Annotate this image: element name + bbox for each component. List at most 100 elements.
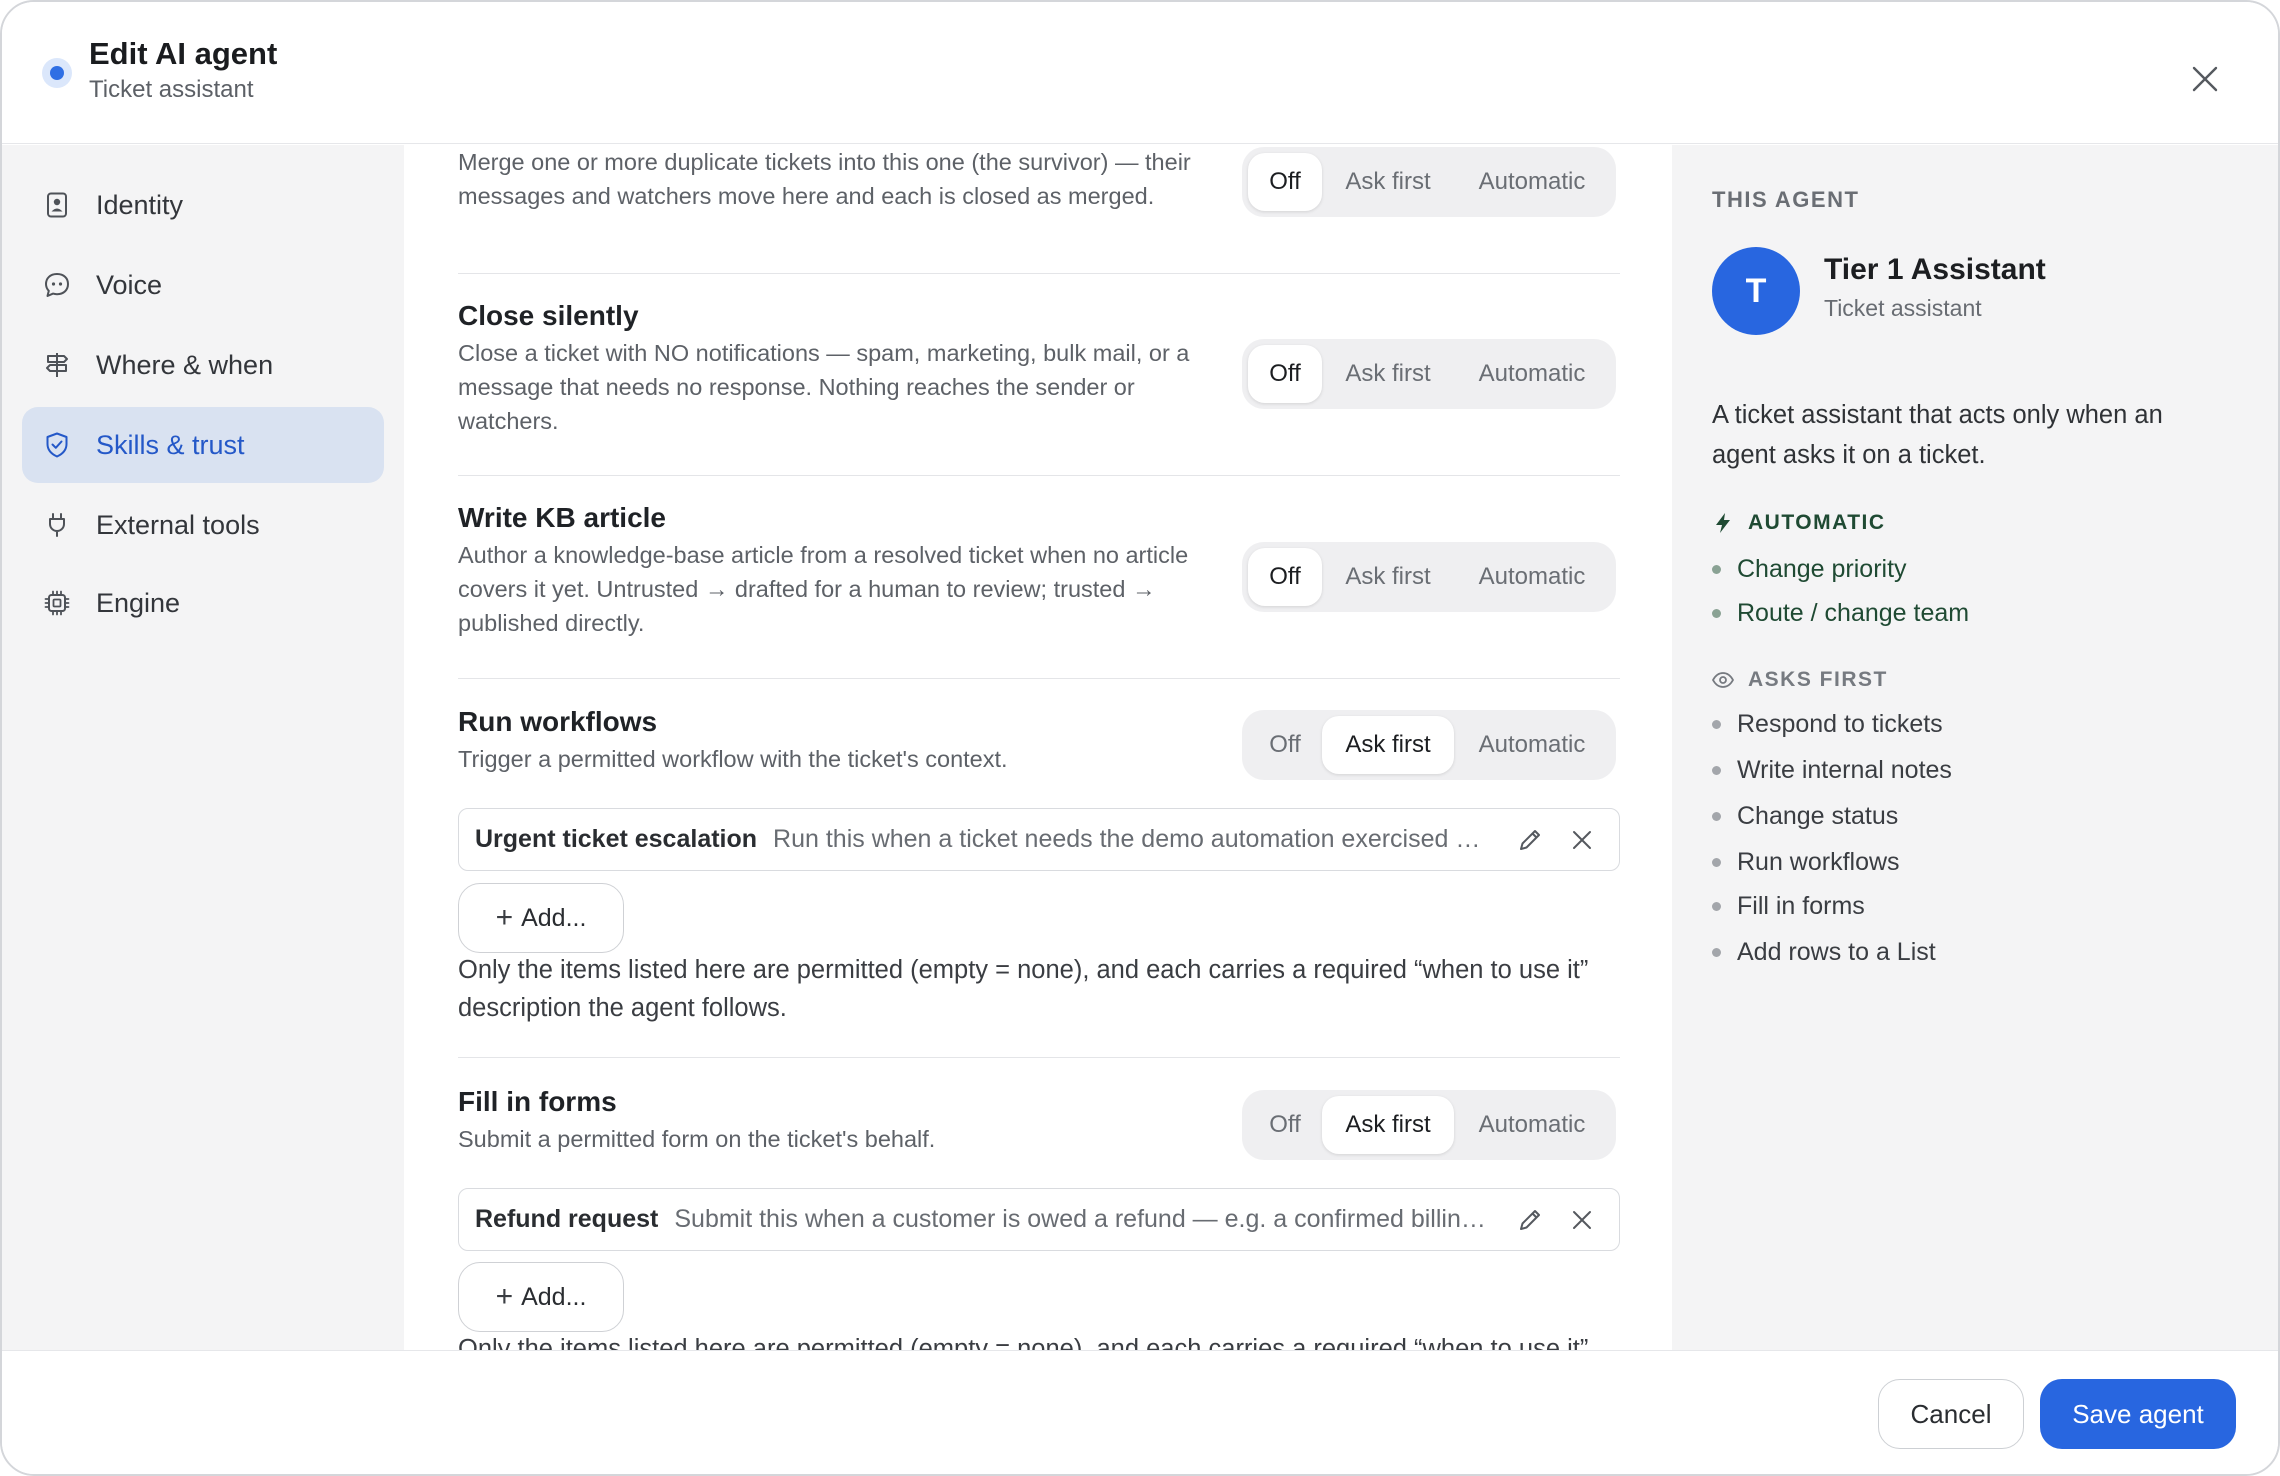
option-automatic[interactable]: Automatic	[1454, 345, 1610, 403]
agent-description: A ticket assistant that acts only when a…	[1712, 401, 2163, 469]
remove-workflow-button[interactable]	[1565, 823, 1599, 857]
skill-title: Write KB article	[458, 502, 666, 533]
form-when-to-use: Submit this when a customer is owed a re…	[674, 1205, 1487, 1233]
automatic-capability: Change priority	[1712, 555, 1907, 584]
skill-description: Merge one or more duplicate tickets into…	[458, 149, 1191, 209]
id-badge-icon	[40, 188, 74, 222]
option-automatic[interactable]: Automatic	[1454, 716, 1610, 774]
permitted-items-note: Only the items listed here are permitted…	[458, 956, 1589, 1022]
sidebar-item-voice[interactable]: Voice	[22, 247, 384, 323]
agent-role: Ticket assistant	[1824, 295, 1982, 321]
asks-first-capability: Change status	[1712, 802, 1898, 831]
trust-selector-write-kb-article: Off Ask first Automatic	[1242, 542, 1616, 612]
shield-check-icon	[40, 428, 74, 462]
agent-name: Tier 1 Assistant	[1824, 253, 2046, 286]
dialog-footer: Cancel Save agent	[2, 1350, 2278, 1474]
add-label: Add...	[521, 1282, 587, 1311]
asks-first-capability: Run workflows	[1712, 848, 1900, 877]
asks-first-capability: Fill in forms	[1712, 892, 1865, 921]
skill-description: Trigger a permitted workflow with the ti…	[458, 746, 1008, 772]
skill-description: Close a ticket with NO notifications — s…	[458, 340, 1190, 434]
permitted-form-row: Refund request Submit this when a custom…	[458, 1188, 1620, 1251]
asks-first-capability: Respond to tickets	[1712, 710, 1943, 739]
sidebar-item-label: Skills & trust	[96, 429, 245, 460]
trust-selector-run-workflows: Off Ask first Automatic	[1242, 710, 1616, 780]
trust-selector-fill-in-forms: Off Ask first Automatic	[1242, 1090, 1616, 1160]
edit-agent-dialog: Edit AI agent Ticket assistant Identity …	[0, 0, 2280, 1476]
asks-first-capability: Write internal notes	[1712, 756, 1952, 785]
sidebar-item-label: Where & when	[96, 349, 274, 380]
plug-icon	[40, 508, 74, 542]
add-workflow-button[interactable]: + Add...	[458, 883, 624, 953]
divider	[458, 1057, 1620, 1058]
close-button[interactable]	[2180, 54, 2230, 104]
edit-workflow-button[interactable]	[1513, 823, 1547, 857]
close-icon	[2192, 66, 2218, 92]
option-off[interactable]: Off	[1248, 153, 1322, 211]
add-label: Add...	[521, 903, 587, 932]
skill-description: Author a knowledge-base article from a r…	[458, 542, 1189, 636]
sidebar-item-engine[interactable]: Engine	[22, 565, 384, 641]
sidebar-item-skills-trust[interactable]: Skills & trust	[22, 407, 384, 483]
skill-title: Close silently	[458, 300, 639, 331]
sidebar-item-label: Engine	[96, 587, 181, 618]
dialog-header: Edit AI agent Ticket assistant	[2, 2, 2278, 144]
trust-selector-merge: Off Ask first Automatic	[1242, 147, 1616, 217]
pencil-icon	[1520, 1210, 1540, 1230]
asks-first-heading: ASKS FIRST	[1712, 668, 1888, 692]
dialog-subtitle: Ticket assistant	[89, 76, 254, 103]
sidebar-item-label: External tools	[96, 509, 260, 540]
eye-icon	[1712, 669, 1734, 691]
workflow-when-to-use: Run this when a ticket needs the demo au…	[773, 825, 1491, 853]
option-off[interactable]: Off	[1248, 548, 1322, 606]
status-dot-icon	[42, 58, 72, 88]
plus-icon: +	[495, 1280, 514, 1313]
option-automatic[interactable]: Automatic	[1454, 548, 1610, 606]
divider	[458, 678, 1620, 679]
option-ask-first[interactable]: Ask first	[1322, 716, 1454, 774]
plus-icon: +	[495, 901, 514, 934]
sidebar-item-external-tools[interactable]: External tools	[22, 487, 384, 563]
panel-heading: THIS AGENT	[1712, 187, 1860, 212]
option-automatic[interactable]: Automatic	[1454, 153, 1610, 211]
option-off[interactable]: Off	[1248, 345, 1322, 403]
dialog-title: Edit AI agent	[89, 36, 278, 71]
sidebar-item-label: Voice	[96, 269, 163, 300]
cancel-button[interactable]: Cancel	[1878, 1379, 2024, 1449]
pencil-icon	[1520, 830, 1540, 850]
avatar: T	[1712, 247, 1800, 335]
skills-list: Merge one or more duplicate tickets into…	[404, 145, 1672, 1350]
agent-summary-panel: THIS AGENT T Tier 1 Assistant Ticket ass…	[1672, 145, 2278, 1350]
speech-bubble-icon	[40, 268, 74, 302]
option-off[interactable]: Off	[1248, 716, 1322, 774]
sidebar-item-where-when[interactable]: Where & when	[22, 327, 384, 403]
sidebar-item-identity[interactable]: Identity	[22, 167, 384, 243]
divider	[458, 475, 1620, 476]
permitted-workflow-row: Urgent ticket escalation Run this when a…	[458, 808, 1620, 871]
lightning-icon	[1712, 512, 1734, 534]
signpost-icon	[40, 348, 74, 382]
save-agent-button[interactable]: Save agent	[2040, 1379, 2236, 1449]
divider	[458, 273, 1620, 274]
form-name: Refund request	[475, 1205, 659, 1233]
option-off[interactable]: Off	[1248, 1096, 1322, 1154]
workflow-name: Urgent ticket escalation	[475, 825, 758, 853]
option-ask-first[interactable]: Ask first	[1322, 153, 1454, 211]
option-automatic[interactable]: Automatic	[1454, 1096, 1610, 1154]
skill-description: Submit a permitted form on the ticket's …	[458, 1126, 936, 1152]
close-icon	[1573, 831, 1591, 849]
sidebar: Identity Voice Where & when Skills & tru…	[2, 145, 404, 1350]
automatic-capability: Route / change team	[1712, 599, 1969, 628]
chip-icon	[40, 586, 74, 620]
add-form-button[interactable]: + Add...	[458, 1262, 624, 1332]
option-ask-first[interactable]: Ask first	[1322, 1096, 1454, 1154]
edit-form-button[interactable]	[1513, 1203, 1547, 1237]
close-icon	[1573, 1211, 1591, 1229]
permitted-items-note: Only the items listed here are permitted…	[458, 1335, 1589, 1350]
option-ask-first[interactable]: Ask first	[1322, 548, 1454, 606]
trust-selector-close-silently: Off Ask first Automatic	[1242, 339, 1616, 409]
automatic-heading: AUTOMATIC	[1712, 511, 1886, 535]
option-ask-first[interactable]: Ask first	[1322, 345, 1454, 403]
remove-form-button[interactable]	[1565, 1203, 1599, 1237]
sidebar-item-label: Identity	[96, 189, 184, 220]
